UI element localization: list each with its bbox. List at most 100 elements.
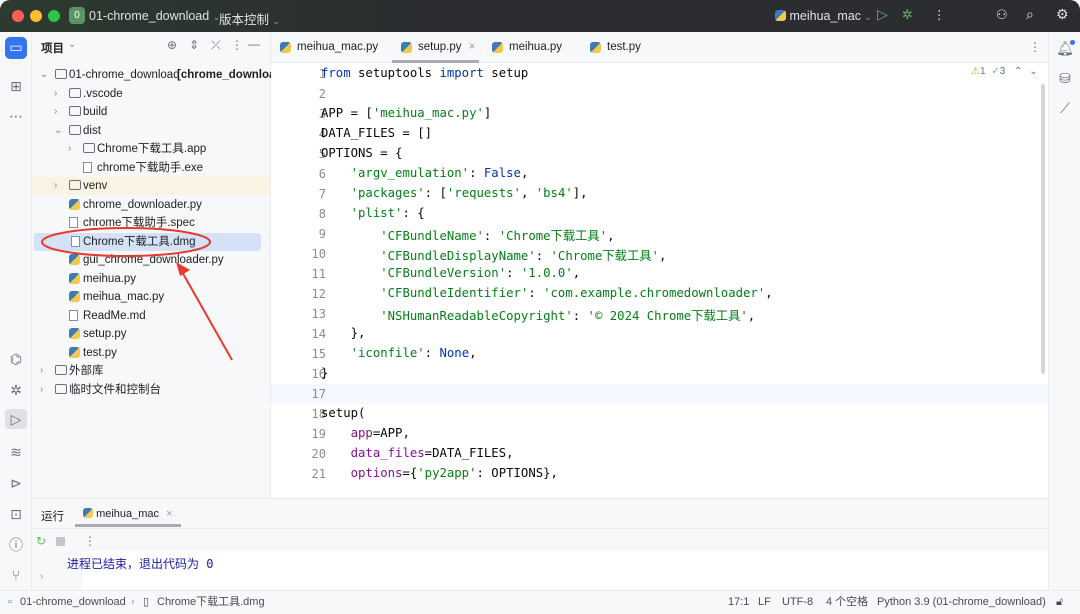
debug-icon[interactable]: ✲	[6, 380, 26, 400]
maximize-window-button[interactable]	[48, 10, 60, 22]
tree-item[interactable]: setup.py	[32, 325, 270, 343]
project-panel-title[interactable]: 项目	[41, 40, 64, 56]
run-icon[interactable]: ▷	[877, 6, 888, 23]
minimize-window-button[interactable]	[30, 10, 42, 22]
tree-item[interactable]: › venv	[32, 177, 270, 195]
structure-icon[interactable]: ⊞	[6, 76, 26, 96]
project-switcher[interactable]: 01-chrome_download ⌄	[89, 9, 220, 23]
close-window-button[interactable]	[12, 10, 24, 22]
tree-item[interactable]: chrome_downloader.py	[32, 196, 270, 214]
git-icon[interactable]: ⑂	[6, 565, 26, 585]
cursor-position[interactable]: 17:1	[728, 591, 749, 614]
layers-icon[interactable]: ≋	[6, 442, 26, 462]
indent-setting[interactable]: 4 个空格	[826, 591, 868, 614]
editor-tabs: meihua_mac.py setup.py × meihua.py test.…	[271, 32, 1048, 63]
tab-setup[interactable]: setup.py ×	[392, 32, 479, 63]
chevron-right-icon[interactable]: ›	[54, 85, 57, 103]
collapse-all-icon[interactable]: ⤫	[211, 38, 221, 53]
breadcrumb-project[interactable]: 01-chrome_download	[20, 591, 126, 614]
stop-icon[interactable]	[56, 537, 65, 546]
tree-item[interactable]: › .vscode	[32, 85, 270, 103]
code-token: ,	[607, 229, 615, 243]
tree-item[interactable]: Chrome下载工具.dmg	[34, 232, 261, 251]
search-icon[interactable]: ⌕	[1026, 6, 1034, 23]
line-separator[interactable]: LF	[758, 591, 771, 614]
tree-item[interactable]: meihua_mac.py	[32, 288, 270, 306]
python-interpreter[interactable]: Python 3.9 (01-chrome_download)	[877, 591, 1046, 614]
services-icon[interactable]: ⊳	[6, 473, 26, 493]
terminal-icon[interactable]: ⊡	[6, 504, 26, 524]
run-tab[interactable]: meihua_mac ×	[75, 499, 181, 527]
chevron-right-icon[interactable]: ›	[40, 381, 43, 399]
chevron-right-icon[interactable]: ›	[54, 103, 57, 121]
tree-item[interactable]: gui_chrome_downloader.py	[32, 251, 270, 269]
code-line: 'NSHumanReadableCopyright': '© 2024 Chro…	[321, 306, 755, 324]
line-number: 21	[311, 467, 326, 481]
close-icon[interactable]: ×	[166, 508, 172, 520]
chevron-right-icon[interactable]: ›	[40, 571, 43, 582]
code-token: setuptools	[350, 66, 440, 80]
tabs-more-icon[interactable]: ⋮	[1029, 40, 1041, 54]
vcs-menu[interactable]: 版本控制 ⌄	[219, 9, 280, 28]
expand-all-icon[interactable]: ⇕	[189, 38, 199, 52]
code-line: OPTIONS = {	[321, 146, 402, 160]
sciview-icon[interactable]: ⟋	[1055, 98, 1075, 118]
close-icon[interactable]: ×	[469, 41, 476, 53]
tree-item-label: test.py	[83, 346, 117, 359]
console-output[interactable]: 进程已结束，退出代码为 0	[67, 551, 1048, 591]
breadcrumb-file[interactable]: Chrome下载工具.dmg	[157, 591, 265, 614]
debug-icon[interactable]: ✲	[902, 7, 913, 23]
tree-item[interactable]: › 临时文件和控制台	[32, 381, 270, 399]
tab-label: test.py	[607, 41, 641, 53]
code-token: 'CFBundleIdentifier'	[380, 286, 529, 300]
python-console-icon[interactable]: ⌬	[6, 349, 26, 369]
tree-item[interactable]: › Chrome下载工具.app	[32, 140, 270, 158]
chevron-down-icon[interactable]: ⌄	[68, 39, 76, 50]
chevron-down-icon[interactable]: ⌄	[1029, 66, 1037, 77]
tab-meihua-mac[interactable]: meihua_mac.py	[271, 32, 383, 63]
lock-icon[interactable]: 🔓︎	[1056, 591, 1063, 614]
tree-item[interactable]: chrome下载助手.exe	[32, 159, 270, 177]
code-token: },	[321, 326, 366, 340]
more-icon[interactable]: ⋮	[933, 7, 946, 22]
code-line: setup(	[321, 406, 365, 420]
database-icon[interactable]: ⛁	[1055, 68, 1075, 88]
run-config-selector[interactable]: meihua_mac ⌄	[775, 9, 872, 23]
chevron-down-icon[interactable]: ⌄	[54, 122, 62, 140]
chevron-right-icon[interactable]: ›	[40, 362, 43, 380]
gear-icon[interactable]: ⚙	[1056, 6, 1069, 23]
tree-item[interactable]: meihua.py	[32, 270, 270, 288]
tree-item[interactable]: ⌄ dist	[32, 122, 270, 140]
tree-item[interactable]: ReadMe.md	[32, 307, 270, 325]
code-token: :	[506, 266, 521, 280]
code-line: APP = ['meihua_mac.py']	[321, 106, 491, 120]
tree-item[interactable]: › 外部库	[32, 362, 270, 380]
tree-item[interactable]: test.py	[32, 344, 270, 362]
add-user-icon[interactable]: ⚇	[996, 7, 1008, 23]
tree-item[interactable]: chrome下载助手.spec	[32, 214, 270, 232]
hide-icon[interactable]: —	[248, 37, 260, 51]
editor-scrollbar[interactable]	[1041, 84, 1045, 374]
problems-icon[interactable]: ⓘ	[6, 535, 26, 555]
tab-test[interactable]: test.py	[581, 32, 661, 63]
code-token: :	[469, 166, 484, 180]
file-encoding[interactable]: UTF-8	[782, 591, 813, 614]
chevron-down-icon[interactable]: ⌄	[40, 66, 48, 84]
locate-icon[interactable]: ⊕	[167, 38, 177, 52]
folder-icon[interactable]: ▭	[5, 37, 27, 59]
tree-item[interactable]: › build	[32, 103, 270, 121]
more-icon[interactable]: ⋮	[84, 534, 96, 548]
rerun-icon[interactable]: ↻	[36, 534, 46, 548]
run-icon[interactable]: ▷	[5, 409, 27, 429]
more-icon[interactable]: ⋯	[6, 106, 26, 126]
options-icon[interactable]: ⋮	[231, 38, 243, 52]
chevron-right-icon[interactable]: ›	[54, 177, 57, 195]
current-line-highlight	[271, 384, 1048, 404]
code-token: ,	[765, 286, 773, 300]
inspection-widget[interactable]: ⚠1 ✓3 ⌃ ⌄	[971, 66, 1038, 77]
chevron-up-icon[interactable]: ⌃	[1014, 66, 1022, 77]
tree-item[interactable]: ⌄ 01-chrome_download [chrome_download]	[32, 66, 286, 84]
tab-meihua[interactable]: meihua.py	[483, 32, 573, 63]
chevron-right-icon[interactable]: ›	[68, 140, 71, 158]
